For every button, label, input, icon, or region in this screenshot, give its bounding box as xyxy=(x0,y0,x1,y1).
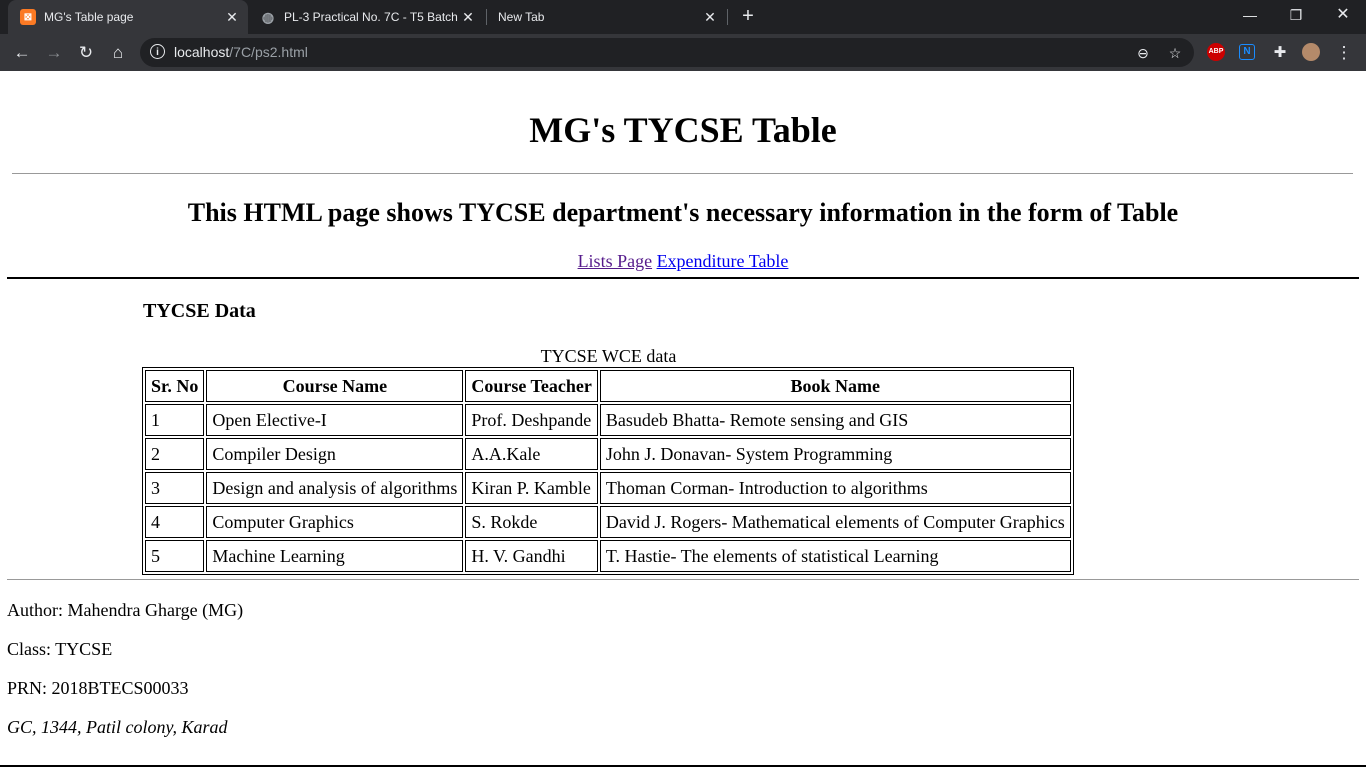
tab-separator xyxy=(727,9,728,25)
table-row: 1 Open Elective-I Prof. Deshpande Basude… xyxy=(145,404,1071,436)
table-caption: TYCSE WCE data xyxy=(540,346,677,366)
table-row: 5 Machine Learning H. V. Gandhi T. Hasti… xyxy=(145,540,1071,572)
menu-kebab-icon[interactable]: ⋮ xyxy=(1332,41,1356,65)
table-row: 4 Computer Graphics S. Rokde David J. Ro… xyxy=(145,506,1071,538)
cell-book-name: David J. Rogers- Mathematical elements o… xyxy=(599,506,1071,538)
expenditure-table-link[interactable]: Expenditure Table xyxy=(657,251,789,271)
cell-course-name: Compiler Design xyxy=(206,438,464,470)
tab-title: New Tab xyxy=(498,10,545,24)
close-tab-icon[interactable]: ✕ xyxy=(222,9,242,26)
back-arrow-icon[interactable]: ← xyxy=(10,41,34,65)
cell-course-name: Computer Graphics xyxy=(206,506,464,538)
close-tab-icon[interactable]: ✕ xyxy=(458,9,478,26)
cell-course-name: Open Elective-I xyxy=(206,404,464,436)
cell-sr-no: 5 xyxy=(145,540,205,572)
cell-sr-no: 4 xyxy=(145,506,205,538)
cell-course-teacher: A.A.Kale xyxy=(465,438,598,470)
cell-sr-no: 3 xyxy=(145,472,205,504)
minimize-icon[interactable]: — xyxy=(1227,0,1273,32)
extensions-puzzle-icon[interactable]: ✚ xyxy=(1268,41,1292,65)
cell-sr-no: 2 xyxy=(145,438,205,470)
cell-course-teacher: H. V. Gandhi xyxy=(465,540,598,572)
header-course-teacher: Course Teacher xyxy=(465,370,598,402)
tab-title: PL-3 Practical No. 7C - T5 Batch.p xyxy=(284,10,458,24)
course-table: Sr. No Course Name Course Teacher Book N… xyxy=(142,367,1074,575)
nav-links: Lists Page Expenditure Table xyxy=(0,251,1366,272)
cell-course-teacher: Prof. Deshpande xyxy=(465,404,598,436)
page-subheading: This HTML page shows TYCSE department's … xyxy=(187,198,1179,227)
cell-course-name: Machine Learning xyxy=(206,540,464,572)
divider xyxy=(0,765,1366,767)
cell-course-teacher: Kiran P. Kamble xyxy=(465,472,598,504)
lists-page-link[interactable]: Lists Page xyxy=(578,251,653,271)
profile-avatar[interactable] xyxy=(1302,43,1320,61)
close-tab-icon[interactable]: ✕ xyxy=(700,9,720,26)
author-text: Author: Mahendra Gharge (MG) xyxy=(7,600,244,620)
cell-book-name: Thoman Corman- Introduction to algorithm… xyxy=(599,472,1071,504)
cell-course-name: Design and analysis of algorithms xyxy=(206,472,464,504)
home-icon[interactable]: ⌂ xyxy=(106,41,130,65)
table-header-row: Sr. No Course Name Course Teacher Book N… xyxy=(145,370,1071,402)
browser-tab-bar: ⊠ MG's Table page ✕ ◍ PL-3 Practical No.… xyxy=(0,0,1366,34)
header-course-name: Course Name xyxy=(206,370,464,402)
url-text[interactable]: localhost/7C/ps2.html xyxy=(174,44,308,60)
url-path: /7C/ps2.html xyxy=(229,44,308,60)
adblock-label: ABP xyxy=(1208,48,1224,55)
divider xyxy=(7,579,1359,580)
xampp-icon: ⊠ xyxy=(20,9,36,25)
cell-book-name: John J. Donavan- System Programming xyxy=(599,438,1071,470)
prn-text: PRN: 2018BTECS00033 xyxy=(7,678,189,698)
browser-toolbar: ← → ↻ ⌂ i localhost/7C/ps2.html ⊖ ☆ ABP … xyxy=(0,34,1366,71)
new-tab-plus-icon[interactable]: + xyxy=(737,6,759,28)
header-sr-no: Sr. No xyxy=(145,370,205,402)
close-window-icon[interactable]: ✕ xyxy=(1320,0,1366,32)
cell-course-teacher: S. Rokde xyxy=(465,506,598,538)
page-heading: MG's TYCSE Table xyxy=(529,110,837,150)
header-book-name: Book Name xyxy=(599,370,1071,402)
cell-sr-no: 1 xyxy=(145,404,205,436)
divider xyxy=(7,277,1359,279)
reload-icon[interactable]: ↻ xyxy=(74,41,98,65)
forward-arrow-icon[interactable]: → xyxy=(42,41,66,65)
site-info-icon[interactable]: i xyxy=(150,44,165,59)
section-title: TYCSE Data xyxy=(143,300,256,322)
url-host: localhost xyxy=(174,44,230,60)
cell-book-name: Basudeb Bhatta- Remote sensing and GIS xyxy=(599,404,1071,436)
table-row: 3 Design and analysis of algorithms Kira… xyxy=(145,472,1071,504)
tab-title: MG's Table page xyxy=(44,10,134,24)
restore-icon[interactable]: ❐ xyxy=(1273,0,1319,32)
tab-new-tab[interactable]: New Tab ✕ xyxy=(486,0,726,34)
table-row: 2 Compiler Design A.A.Kale John J. Donav… xyxy=(145,438,1071,470)
globe-icon: ◍ xyxy=(261,8,275,25)
page-content: MG's TYCSE Table This HTML page shows TY… xyxy=(0,71,1366,768)
notion-label: N xyxy=(1243,46,1251,57)
tab-mgs-table-page[interactable]: ⊠ MG's Table page ✕ xyxy=(8,0,248,34)
class-text: Class: TYCSE xyxy=(7,639,113,659)
address-bar[interactable]: i localhost/7C/ps2.html ⊖ ☆ xyxy=(140,38,1194,67)
tab-pl3-practical[interactable]: ◍ PL-3 Practical No. 7C - T5 Batch.p ✕ xyxy=(248,0,484,34)
bookmark-star-icon[interactable]: ☆ xyxy=(1165,43,1185,63)
address-text: GC, 1344, Patil colony, Karad xyxy=(7,717,228,737)
cell-book-name: T. Hastie- The elements of statistical L… xyxy=(599,540,1071,572)
zoom-icon[interactable]: ⊖ xyxy=(1133,43,1153,63)
notion-extension-icon[interactable]: N xyxy=(1239,44,1255,60)
divider xyxy=(12,173,1353,174)
adblock-plus-icon[interactable]: ABP xyxy=(1207,43,1225,61)
